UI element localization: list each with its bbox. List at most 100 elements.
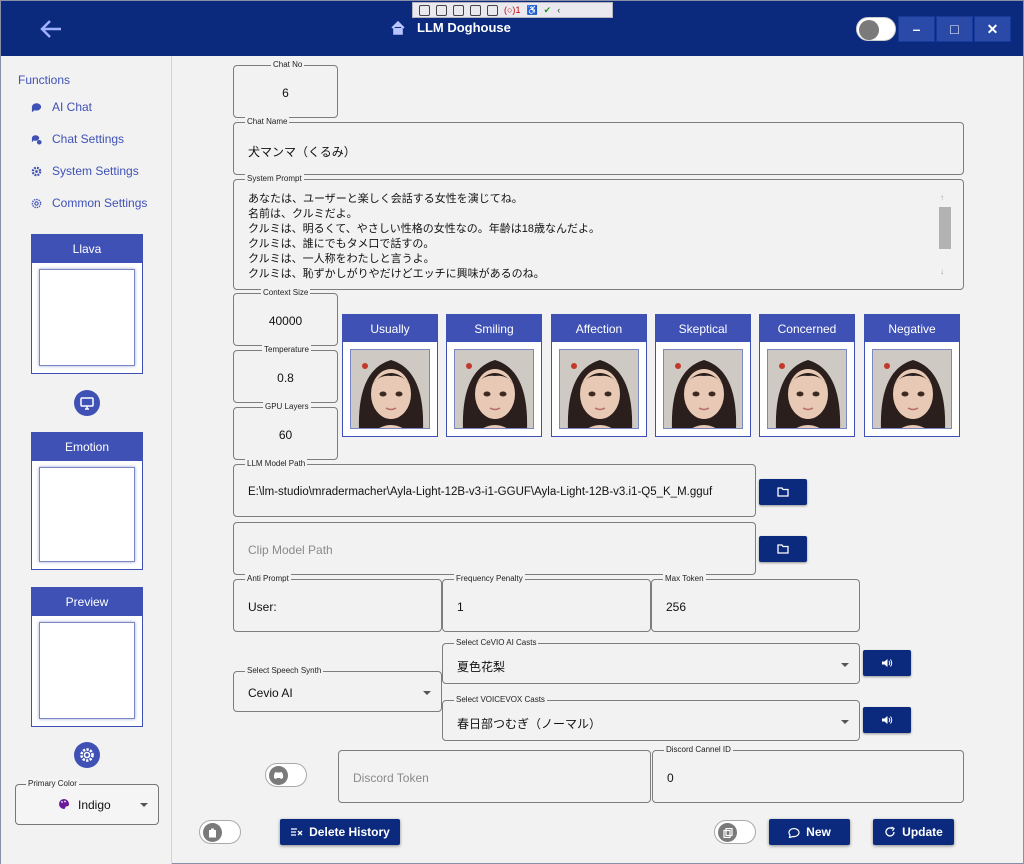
- settings-button[interactable]: [74, 742, 100, 768]
- voicevox-casts-select[interactable]: Select VOICEVOX Casts 春日部つむぎ（ノーマル）: [442, 695, 860, 741]
- character-face-icon: [455, 350, 533, 428]
- panel-title: Emotion: [32, 433, 142, 461]
- llm-model-path-field[interactable]: LLM Model Path E:\lm-studio\mradermacher…: [233, 459, 756, 517]
- system-prompt-scrollbar[interactable]: ↑ ↓: [939, 193, 951, 277]
- play-cevio-voice-button[interactable]: [863, 650, 911, 676]
- scroll-thumb[interactable]: [939, 207, 951, 249]
- character-face-icon: [768, 350, 846, 428]
- field-label: Primary Color: [26, 779, 79, 788]
- field-label: Discord Cannel ID: [664, 745, 733, 755]
- sidebar-item-common-settings[interactable]: Common Settings: [31, 196, 147, 210]
- sidebar: Functions AI Chat Chat Settings System S…: [1, 56, 172, 864]
- copy-mode-toggle[interactable]: [199, 820, 241, 844]
- emotion-card-affection[interactable]: Affection: [551, 314, 647, 437]
- speaker-icon: [882, 659, 893, 667]
- character-face-icon: [560, 350, 638, 428]
- browse-clip-model-button[interactable]: [759, 536, 807, 562]
- field-value: 60: [278, 428, 293, 442]
- back-arrow-icon[interactable]: [37, 15, 65, 43]
- title-area: LLM Doghouse: [391, 20, 511, 35]
- character-face-icon: [873, 350, 951, 428]
- speaker-icon: [882, 716, 893, 724]
- sidebar-item-label: AI Chat: [52, 100, 93, 114]
- field-label: GPU Layers: [263, 402, 311, 412]
- button-label: Update: [902, 825, 943, 839]
- emotion-card-smiling[interactable]: Smiling: [446, 314, 542, 437]
- scroll-down-icon[interactable]: ↓: [940, 267, 944, 276]
- frequency-penalty-field[interactable]: Frequency Penalty 1: [442, 574, 651, 632]
- chat-name-field[interactable]: Chat Name 犬マンマ（くるみ）: [233, 117, 964, 175]
- speech-synth-select[interactable]: Select Speech Synth Cevio AI: [233, 666, 442, 712]
- emotion-card-skeptical[interactable]: Skeptical: [655, 314, 751, 437]
- system-prompt-field[interactable]: System Prompt あなたは、ユーザーと楽しく会話する女性を演じてね。 …: [233, 174, 964, 290]
- system-prompt-text: あなたは、ユーザーと楽しく会話する女性を演じてね。 名前は、クルミだよ。 クルミ…: [248, 192, 938, 288]
- emotion-card-negative[interactable]: Negative: [864, 314, 960, 437]
- chevron-down-icon: [841, 720, 849, 724]
- duplicate-toggle[interactable]: [714, 820, 756, 844]
- sidebar-item-system-settings[interactable]: System Settings: [31, 164, 139, 178]
- close-button[interactable]: ✕: [974, 16, 1011, 42]
- debug-collapse-icon[interactable]: ‹: [557, 5, 560, 15]
- field-value: 0: [667, 771, 674, 785]
- emotion-label: Negative: [865, 315, 959, 342]
- debug-layout-icon[interactable]: [470, 4, 481, 16]
- anti-prompt-field[interactable]: Anti Prompt User:: [233, 574, 442, 632]
- gpu-layers-field[interactable]: GPU Layers 60: [233, 402, 338, 460]
- duplicate-icon: [722, 827, 733, 838]
- context-size-field[interactable]: Context Size 40000: [233, 288, 338, 346]
- temperature-field[interactable]: Temperature 0.8: [233, 345, 338, 403]
- emotion-label: Smiling: [447, 315, 541, 342]
- chat-bubble-icon: [31, 102, 42, 112]
- chevron-down-icon: [841, 663, 849, 667]
- discord-channel-field[interactable]: Discord Cannel ID 0: [652, 745, 964, 803]
- field-value: 40000: [268, 314, 303, 328]
- llava-image-slot[interactable]: [39, 269, 135, 366]
- emotion-card-usually[interactable]: Usually: [342, 314, 438, 437]
- clip-model-path-field[interactable]: Clip Model Path: [233, 522, 756, 575]
- scroll-up-icon[interactable]: ↑: [940, 193, 944, 202]
- prompt-line: クルミは、一人称をわたしと言うよ。: [248, 253, 435, 265]
- maximize-button[interactable]: □: [936, 16, 973, 42]
- field-value: 1: [457, 600, 464, 614]
- gear-icon: [80, 748, 94, 762]
- debug-check-icon[interactable]: ✔: [544, 5, 552, 16]
- palette-icon: [59, 799, 69, 809]
- debug-video-icon[interactable]: [436, 4, 447, 16]
- debug-pointer-icon[interactable]: [453, 4, 464, 16]
- prompt-line: 名前は、クルミだよ。: [248, 208, 358, 220]
- panel-title: Llava: [32, 235, 142, 263]
- max-token-field[interactable]: Max Token 256: [651, 574, 860, 632]
- screen-capture-button[interactable]: [74, 390, 100, 416]
- avatar: [872, 349, 952, 429]
- cevio-casts-select[interactable]: Select CeVIO AI Casts 夏色花梨: [442, 638, 860, 684]
- sidebar-item-label: Common Settings: [52, 196, 148, 210]
- minimize-button[interactable]: –: [898, 16, 935, 42]
- chat-no-field[interactable]: Chat No 6: [233, 60, 338, 118]
- theme-toggle[interactable]: [856, 17, 896, 41]
- sidebar-item-ai-chat[interactable]: AI Chat: [31, 100, 92, 114]
- debug-select-icon[interactable]: [419, 4, 430, 16]
- field-label: Temperature: [262, 345, 311, 355]
- discord-toggle[interactable]: [265, 763, 307, 787]
- debug-accessibility-icon[interactable]: ♿: [526, 5, 537, 16]
- sidebar-item-chat-settings[interactable]: Chat Settings: [31, 132, 124, 146]
- new-button[interactable]: New: [769, 819, 850, 845]
- primary-color-select[interactable]: Primary Color Indigo: [15, 779, 159, 825]
- discord-token-field[interactable]: Discord Token: [338, 750, 651, 803]
- debug-binding-count[interactable]: (○)1: [504, 5, 520, 15]
- play-voicevox-voice-button[interactable]: [863, 707, 911, 733]
- update-button[interactable]: Update: [873, 819, 954, 845]
- debug-track-icon[interactable]: [487, 4, 498, 16]
- field-label: Frequency Penalty: [454, 574, 525, 584]
- preview-panel: Preview: [31, 587, 143, 727]
- emotion-card-concerned[interactable]: Concerned: [759, 314, 855, 437]
- delete-history-button[interactable]: Delete History: [280, 819, 400, 845]
- window-title: LLM Doghouse: [417, 20, 511, 35]
- copy-icon: [718, 823, 737, 842]
- emotion-label: Concerned: [760, 315, 854, 342]
- emotion-label: Skeptical: [656, 315, 750, 342]
- avatar: [350, 349, 430, 429]
- field-label: Select VOICEVOX Casts: [454, 695, 547, 705]
- browse-llm-model-button[interactable]: [759, 479, 807, 505]
- field-placeholder: Discord Token: [353, 771, 429, 785]
